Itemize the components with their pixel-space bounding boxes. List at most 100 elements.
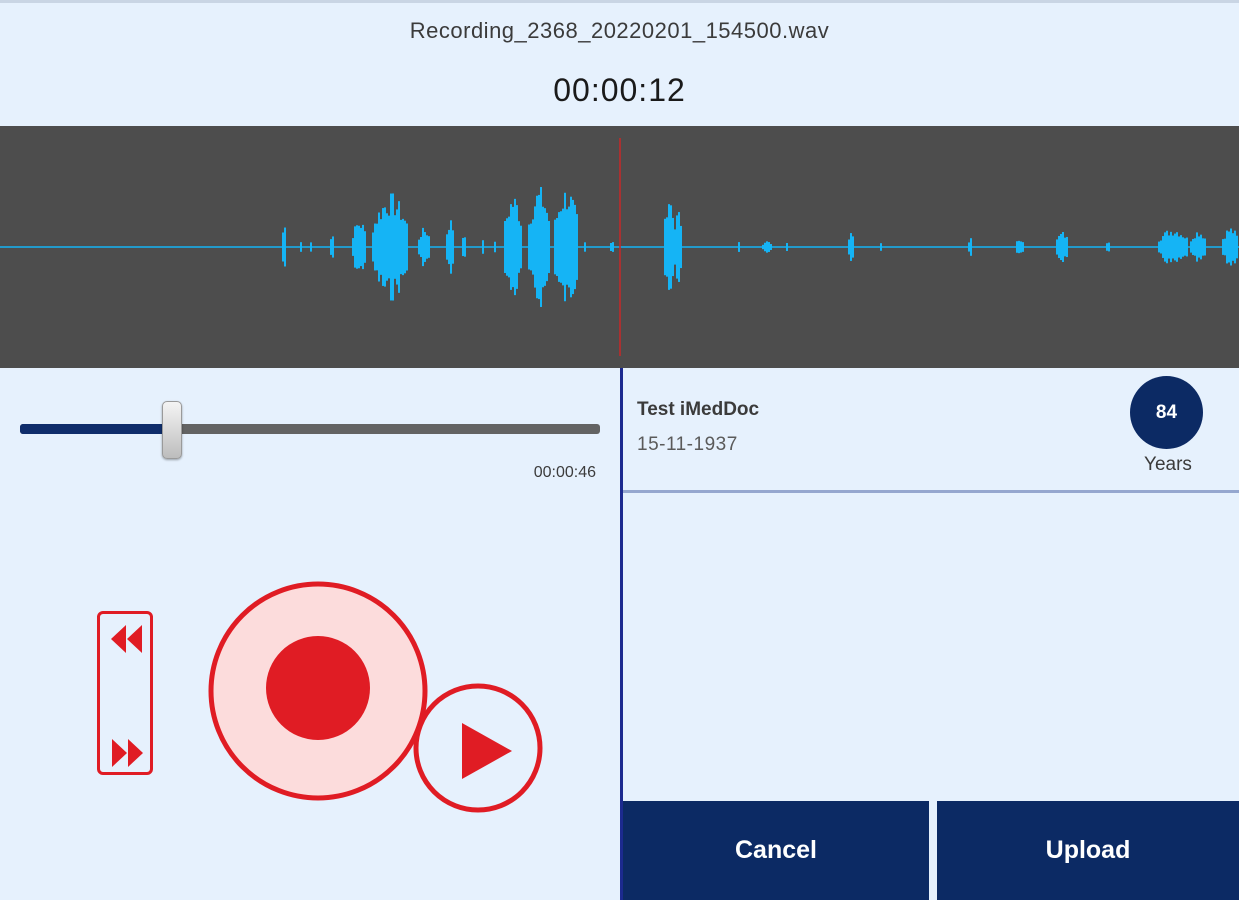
waveform-bar: [1016, 241, 1018, 253]
waveform-bar: [446, 234, 448, 260]
play-icon: [413, 683, 543, 813]
waveform-bar: [1168, 235, 1170, 259]
waveform-bar: [560, 211, 562, 283]
waveform-bar: [300, 242, 302, 252]
waveform-bar: [848, 239, 850, 255]
waveform-bar: [764, 242, 766, 252]
waveform-bar: [1222, 239, 1224, 255]
fast-forward-icon[interactable]: [109, 736, 145, 770]
waveform-bar: [282, 232, 284, 262]
waveform-bar: [362, 224, 364, 270]
waveform-bar: [674, 229, 676, 265]
waveform-bar: [584, 242, 586, 252]
waveform-bar: [1202, 238, 1204, 256]
waveform-bar: [518, 221, 520, 273]
waveform-bar: [352, 238, 354, 256]
waveform-bar: [768, 242, 770, 252]
waveform-bar: [676, 215, 678, 279]
waveform-bar: [358, 225, 360, 269]
waveform-bar: [1176, 232, 1178, 262]
waveform-bar: [738, 242, 740, 252]
record-button[interactable]: [207, 580, 429, 802]
waveform-bar: [404, 220, 406, 274]
patient-name: Test iMedDoc: [637, 399, 760, 420]
waveform-bar: [1180, 235, 1182, 259]
elapsed-timer: 00:00:12: [553, 72, 686, 108]
waveform-bar: [508, 216, 510, 278]
waveform-bar: [1228, 231, 1230, 263]
waveform-bar: [380, 219, 382, 275]
waveform-bar: [422, 227, 424, 267]
waveform-bar: [520, 225, 522, 269]
waveform-bar: [394, 215, 396, 279]
waveform-bar: [428, 236, 430, 258]
waveform-bar: [482, 240, 484, 254]
waveform-bar: [548, 220, 550, 274]
waveform-bar: [678, 212, 680, 282]
seek-slider-thumb[interactable]: [161, 401, 182, 459]
waveform-bar: [544, 208, 546, 286]
patient-dob: 15-11-1937: [637, 434, 738, 455]
waveform-bar: [356, 225, 358, 269]
waveform-bar: [1230, 228, 1232, 266]
waveform-bar: [1184, 238, 1186, 256]
waveform-bar: [1158, 241, 1160, 253]
waveform-bar: [392, 193, 394, 301]
waveform-bar: [510, 204, 512, 290]
waveform-bar: [354, 226, 356, 268]
waveform-bar: [504, 220, 506, 274]
waveform-panel[interactable]: [0, 126, 1239, 368]
waveform-bar: [574, 204, 576, 290]
waveform-bar: [378, 212, 380, 282]
top-border: [0, 0, 1239, 3]
upload-button[interactable]: Upload: [937, 801, 1239, 900]
total-duration: 00:00:46: [533, 464, 596, 481]
waveform-bar: [1020, 241, 1022, 253]
waveform-bar: [880, 243, 882, 251]
waveform-bar: [1224, 238, 1226, 256]
waveform-bar: [1164, 232, 1166, 262]
waveform-bar: [452, 230, 454, 264]
waveform-bar: [386, 213, 388, 281]
waveform-bar: [1234, 230, 1236, 264]
waveform-bar: [406, 223, 408, 271]
waveform-bar: [426, 235, 428, 259]
rewind-icon[interactable]: [109, 622, 145, 656]
seek-slider[interactable]: [20, 424, 600, 434]
waveform-bar: [1108, 242, 1110, 252]
waveform-bar: [564, 192, 566, 302]
waveform-bar: [506, 218, 508, 276]
waveform-bar: [1162, 236, 1164, 258]
waveform-bar: [1200, 234, 1202, 260]
waveform-bar: [540, 187, 542, 307]
waveform-bar: [450, 220, 452, 274]
waveform-bar: [770, 244, 772, 250]
waveform-bar: [494, 241, 496, 253]
waveform-bar: [512, 206, 514, 288]
cancel-button[interactable]: Cancel: [623, 801, 929, 900]
seek-slider-progress: [20, 424, 171, 434]
waveform-bar: [566, 209, 568, 285]
waveform-bar: [1064, 237, 1066, 257]
waveform-bar: [400, 219, 402, 275]
waveform-bar: [612, 242, 614, 252]
waveform-bar: [536, 195, 538, 299]
waveform-bar: [786, 243, 788, 251]
waveform-bar: [398, 201, 400, 293]
waveform-bar: [766, 241, 768, 253]
play-button[interactable]: [412, 682, 544, 814]
waveform-bar: [576, 214, 578, 280]
waveform-bar: [1194, 238, 1196, 256]
waveform-bar: [1058, 235, 1060, 259]
waveform-bar: [424, 232, 426, 262]
waveform-bar: [514, 198, 516, 296]
waveform-bar: [1166, 230, 1168, 264]
button-divider: [929, 801, 937, 900]
waveform-bar: [562, 208, 564, 286]
waveform-bar: [1186, 237, 1188, 257]
waveform-bar: [542, 206, 544, 288]
waveform-bar: [1204, 238, 1206, 256]
patient-panel: Test iMedDoc 15-11-1937 84 Years Cancel …: [623, 368, 1239, 900]
waveform-bar: [528, 224, 530, 270]
waveform-bar: [534, 206, 536, 288]
